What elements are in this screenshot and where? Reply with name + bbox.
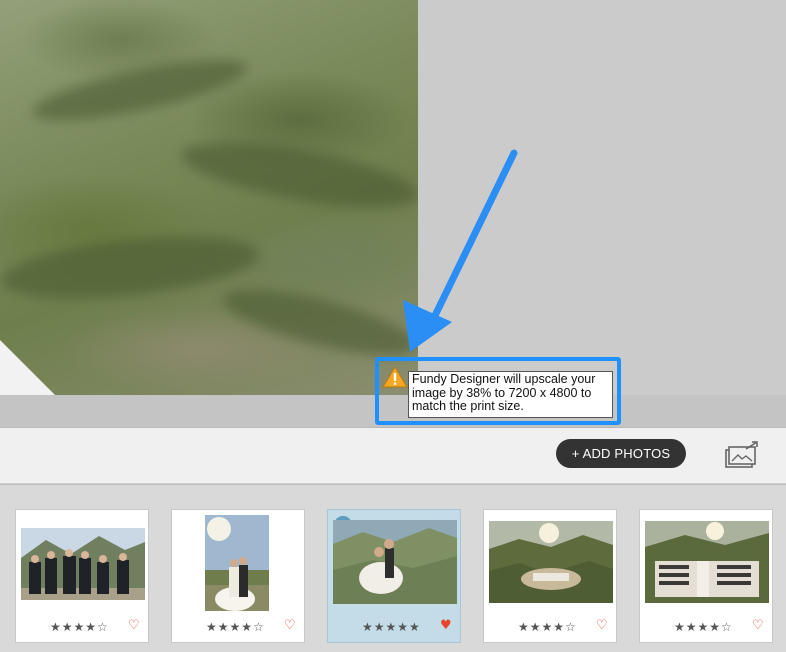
hillside-shading [177, 129, 418, 221]
upscale-warning-tooltip: Fundy Designer will upscale your image b… [408, 371, 613, 418]
star-rating[interactable]: ★★★★☆ [50, 620, 109, 634]
photo-card-5[interactable]: ★★★★☆ ♡ [639, 509, 773, 643]
warning-triangle-icon[interactable] [382, 366, 408, 388]
thumbnail-ceremony-guests [645, 521, 769, 603]
photo-card-1[interactable]: ★★★★☆ ♡ [15, 509, 149, 643]
thumbnail-couple-hillside [333, 520, 457, 604]
favorite-heart-icon[interactable]: ♡ [752, 618, 764, 633]
photo-card-2[interactable]: ★★★★☆ ♡ [171, 509, 305, 643]
favorite-heart-icon[interactable]: ♡ [128, 618, 140, 633]
star-rating[interactable]: ★★★★☆ [518, 620, 577, 634]
add-photos-button[interactable]: + ADD PHOTOS [556, 439, 686, 468]
favorite-heart-icon[interactable]: ♡ [596, 618, 608, 633]
favorite-heart-icon[interactable]: ♡ [284, 618, 296, 633]
hillside-shading [28, 47, 252, 133]
favorite-heart-icon[interactable]: ♥ [440, 618, 452, 633]
star-rating[interactable]: ★★★★☆ [206, 620, 265, 634]
photo-toolbar: + ADD PHOTOS [0, 428, 786, 484]
thumbnail-ceremony-aerial [489, 521, 613, 603]
spread-photo[interactable] [0, 0, 418, 395]
photo-strip: ★★★★☆ ♡ ★★★★☆ ♡ 1 ★★★★★ ♥ [0, 484, 786, 652]
photo-card-3-selected[interactable]: 1 ★★★★★ ♥ [327, 509, 461, 643]
thumbnail-couple-sunburst [205, 515, 269, 611]
star-rating[interactable]: ★★★★☆ [674, 620, 733, 634]
star-rating[interactable]: ★★★★★ [362, 620, 421, 634]
export-image-icon[interactable] [724, 440, 760, 470]
photo-corner [0, 340, 55, 395]
photo-card-4[interactable]: ★★★★☆ ♡ [483, 509, 617, 643]
hillside-shading [217, 276, 418, 369]
thumbnail-groomsmen [21, 528, 145, 600]
